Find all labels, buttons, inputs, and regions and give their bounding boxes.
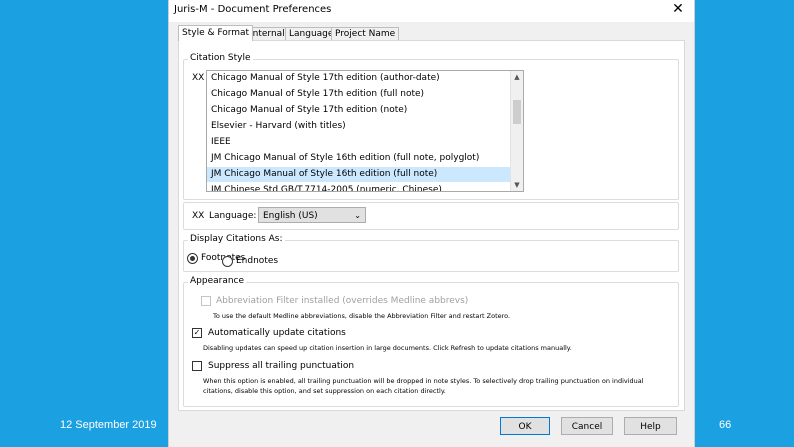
display-citations-group: Display Citations As: Footnotes Endnotes — [183, 234, 679, 272]
scrollbar-thumb[interactable] — [513, 100, 521, 124]
help-button[interactable]: Help — [624, 417, 677, 435]
suppress-punctuation-label: Suppress all trailing punctuation — [208, 361, 355, 371]
title-bar: Juris-M - Document Preferences ✕ — [169, 0, 694, 22]
list-item-selected[interactable]: JM Chicago Manual of Style 16th edition … — [207, 167, 513, 182]
tab-project-name[interactable]: Project Name — [331, 27, 400, 41]
list-scrollbar[interactable]: ▲ ▼ — [510, 71, 523, 191]
tab-style-format[interactable]: Style & Format — [178, 25, 254, 41]
auto-update-note: Disabling updates can speed up citation … — [203, 344, 572, 352]
suppress-punctuation-note-1: When this option is enabled, all trailin… — [203, 377, 644, 385]
language-prefix: XX — [192, 211, 205, 221]
language-select-value: English (US) — [263, 211, 318, 221]
list-item[interactable]: JM Chicago Manual of Style 16th edition … — [207, 151, 513, 166]
suppress-punctuation-note-2: citations, disable this option, and set … — [203, 387, 446, 395]
endnotes-radio[interactable] — [222, 256, 233, 267]
scroll-down-icon[interactable]: ▼ — [511, 179, 523, 191]
auto-update-checkbox[interactable]: ✓ — [192, 328, 202, 338]
footnotes-radio[interactable] — [187, 253, 198, 264]
language-select[interactable]: English (US) ⌄ — [258, 207, 366, 223]
close-icon[interactable]: ✕ — [670, 1, 686, 17]
abbreviation-filter-note: To use the default Medline abbreviations… — [213, 312, 511, 320]
list-item[interactable]: Elsevier - Harvard (with titles) — [207, 119, 513, 134]
window-title: Juris-M - Document Preferences — [174, 4, 332, 15]
language-label: Language: — [209, 211, 257, 221]
ok-button[interactable]: OK — [500, 417, 550, 435]
list-item[interactable]: Chicago Manual of Style 17th edition (no… — [207, 103, 513, 118]
citation-style-group: Citation Style XX Chicago Manual of Styl… — [183, 53, 679, 200]
display-citations-legend: Display Citations As: — [188, 234, 285, 244]
citation-style-legend: Citation Style — [188, 53, 253, 63]
endnotes-label[interactable]: Endnotes — [236, 256, 278, 266]
radio-selected-dot — [190, 256, 195, 261]
citation-style-prefix: XX — [192, 73, 205, 83]
style-format-panel: Citation Style XX Chicago Manual of Styl… — [178, 40, 685, 411]
list-item[interactable]: Chicago Manual of Style 17th edition (au… — [207, 71, 513, 86]
cancel-button[interactable]: Cancel — [561, 417, 613, 435]
list-item[interactable]: Chicago Manual of Style 17th edition (fu… — [207, 87, 513, 102]
list-item[interactable]: IEEE — [207, 135, 513, 150]
auto-update-label: Automatically update citations — [208, 328, 346, 338]
document-preferences-dialog: Juris-M - Document Preferences ✕ Style &… — [168, 0, 695, 447]
slide-page-number: 66 — [719, 419, 732, 431]
slide-date: 12 September 2019 — [60, 419, 157, 431]
suppress-punctuation-checkbox[interactable] — [192, 361, 202, 371]
appearance-legend: Appearance — [188, 276, 247, 286]
list-item[interactable]: JM Chinese Std GB/T.7714-2005 (numeric, … — [207, 183, 513, 191]
citation-style-list[interactable]: Chicago Manual of Style 17th edition (au… — [206, 70, 524, 192]
appearance-group: Appearance Abbreviation Filter installed… — [183, 276, 679, 407]
chevron-down-icon: ⌄ — [354, 211, 361, 220]
abbreviation-filter-label: Abbreviation Filter installed (overrides… — [216, 296, 469, 306]
abbreviation-filter-checkbox[interactable] — [201, 296, 211, 306]
scroll-up-icon[interactable]: ▲ — [511, 71, 523, 83]
